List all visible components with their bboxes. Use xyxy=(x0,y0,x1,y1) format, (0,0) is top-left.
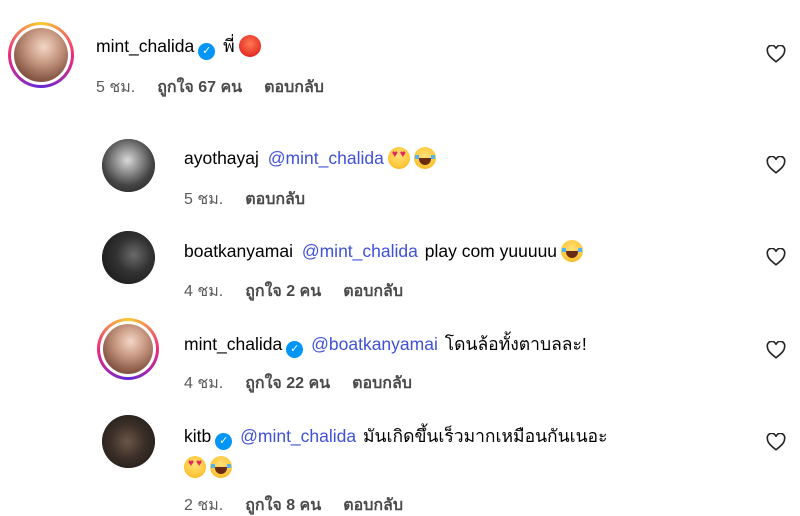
comment-username[interactable]: ayothayaj xyxy=(184,148,259,168)
comment-username[interactable]: boatkanyamai xyxy=(184,241,293,261)
heart-eyes-emoji xyxy=(387,147,410,169)
like-heart-icon[interactable] xyxy=(766,45,786,63)
comment-time[interactable]: 5 ชม. xyxy=(184,191,223,208)
comment-time[interactable]: 5 ชม. xyxy=(96,79,135,96)
laughing-tears-emoji xyxy=(561,240,584,262)
verified-icon: ✓ xyxy=(286,341,304,358)
mention-link[interactable]: @boatkanyamai xyxy=(311,334,438,354)
comment-likes[interactable]: ถูกใจ 8 คน xyxy=(245,497,321,514)
like-heart-icon[interactable] xyxy=(766,433,786,451)
avatar[interactable] xyxy=(102,231,155,284)
comment-text: พี่ xyxy=(223,36,235,56)
like-heart-icon[interactable] xyxy=(766,156,786,174)
reply-button[interactable]: ตอบกลับ xyxy=(264,79,324,96)
mention-link[interactable]: @mint_chalida xyxy=(268,148,384,168)
avatar[interactable] xyxy=(102,415,155,468)
avatar[interactable] xyxy=(102,139,155,192)
like-heart-icon[interactable] xyxy=(766,341,786,359)
avatar[interactable] xyxy=(97,318,159,380)
verified-icon: ✓ xyxy=(215,433,233,450)
laughing-tears-emoji xyxy=(210,456,232,478)
reply-button[interactable]: ตอบกลับ xyxy=(352,375,412,392)
verified-icon: ✓ xyxy=(198,43,216,60)
reply-button[interactable]: ตอบกลับ xyxy=(245,191,305,208)
comment-likes[interactable]: ถูกใจ 2 คน xyxy=(245,283,321,300)
comment-text: มันเกิดขึ้นเร็วมากเหมือนกันเนอะ xyxy=(363,426,608,446)
comment-likes[interactable]: ถูกใจ 67 คน xyxy=(157,79,242,96)
comment-time[interactable]: 2 ชม. xyxy=(184,497,223,514)
angry-face-emoji xyxy=(238,35,261,57)
laughing-tears-emoji xyxy=(413,147,436,169)
avatar[interactable] xyxy=(8,22,74,88)
comment-username[interactable]: mint_chalida xyxy=(184,334,282,354)
heart-eyes-emoji xyxy=(184,456,206,478)
comment-username[interactable]: kitb xyxy=(184,426,211,446)
comment-time[interactable]: 4 ชม. xyxy=(184,375,223,392)
mention-link[interactable]: @mint_chalida xyxy=(240,426,356,446)
mention-link[interactable]: @mint_chalida xyxy=(302,241,418,261)
comment-text: play com yuuuuu xyxy=(424,241,558,261)
comment-time[interactable]: 4 ชม. xyxy=(184,283,223,300)
reply-button[interactable]: ตอบกลับ xyxy=(343,497,403,514)
reply-button[interactable]: ตอบกลับ xyxy=(343,283,403,300)
comment-likes[interactable]: ถูกใจ 22 คน xyxy=(245,375,330,392)
comment-text: โดนล้อทั้งตาบลละ! xyxy=(444,334,587,354)
comment-username[interactable]: mint_chalida xyxy=(96,36,194,56)
like-heart-icon[interactable] xyxy=(766,248,786,266)
